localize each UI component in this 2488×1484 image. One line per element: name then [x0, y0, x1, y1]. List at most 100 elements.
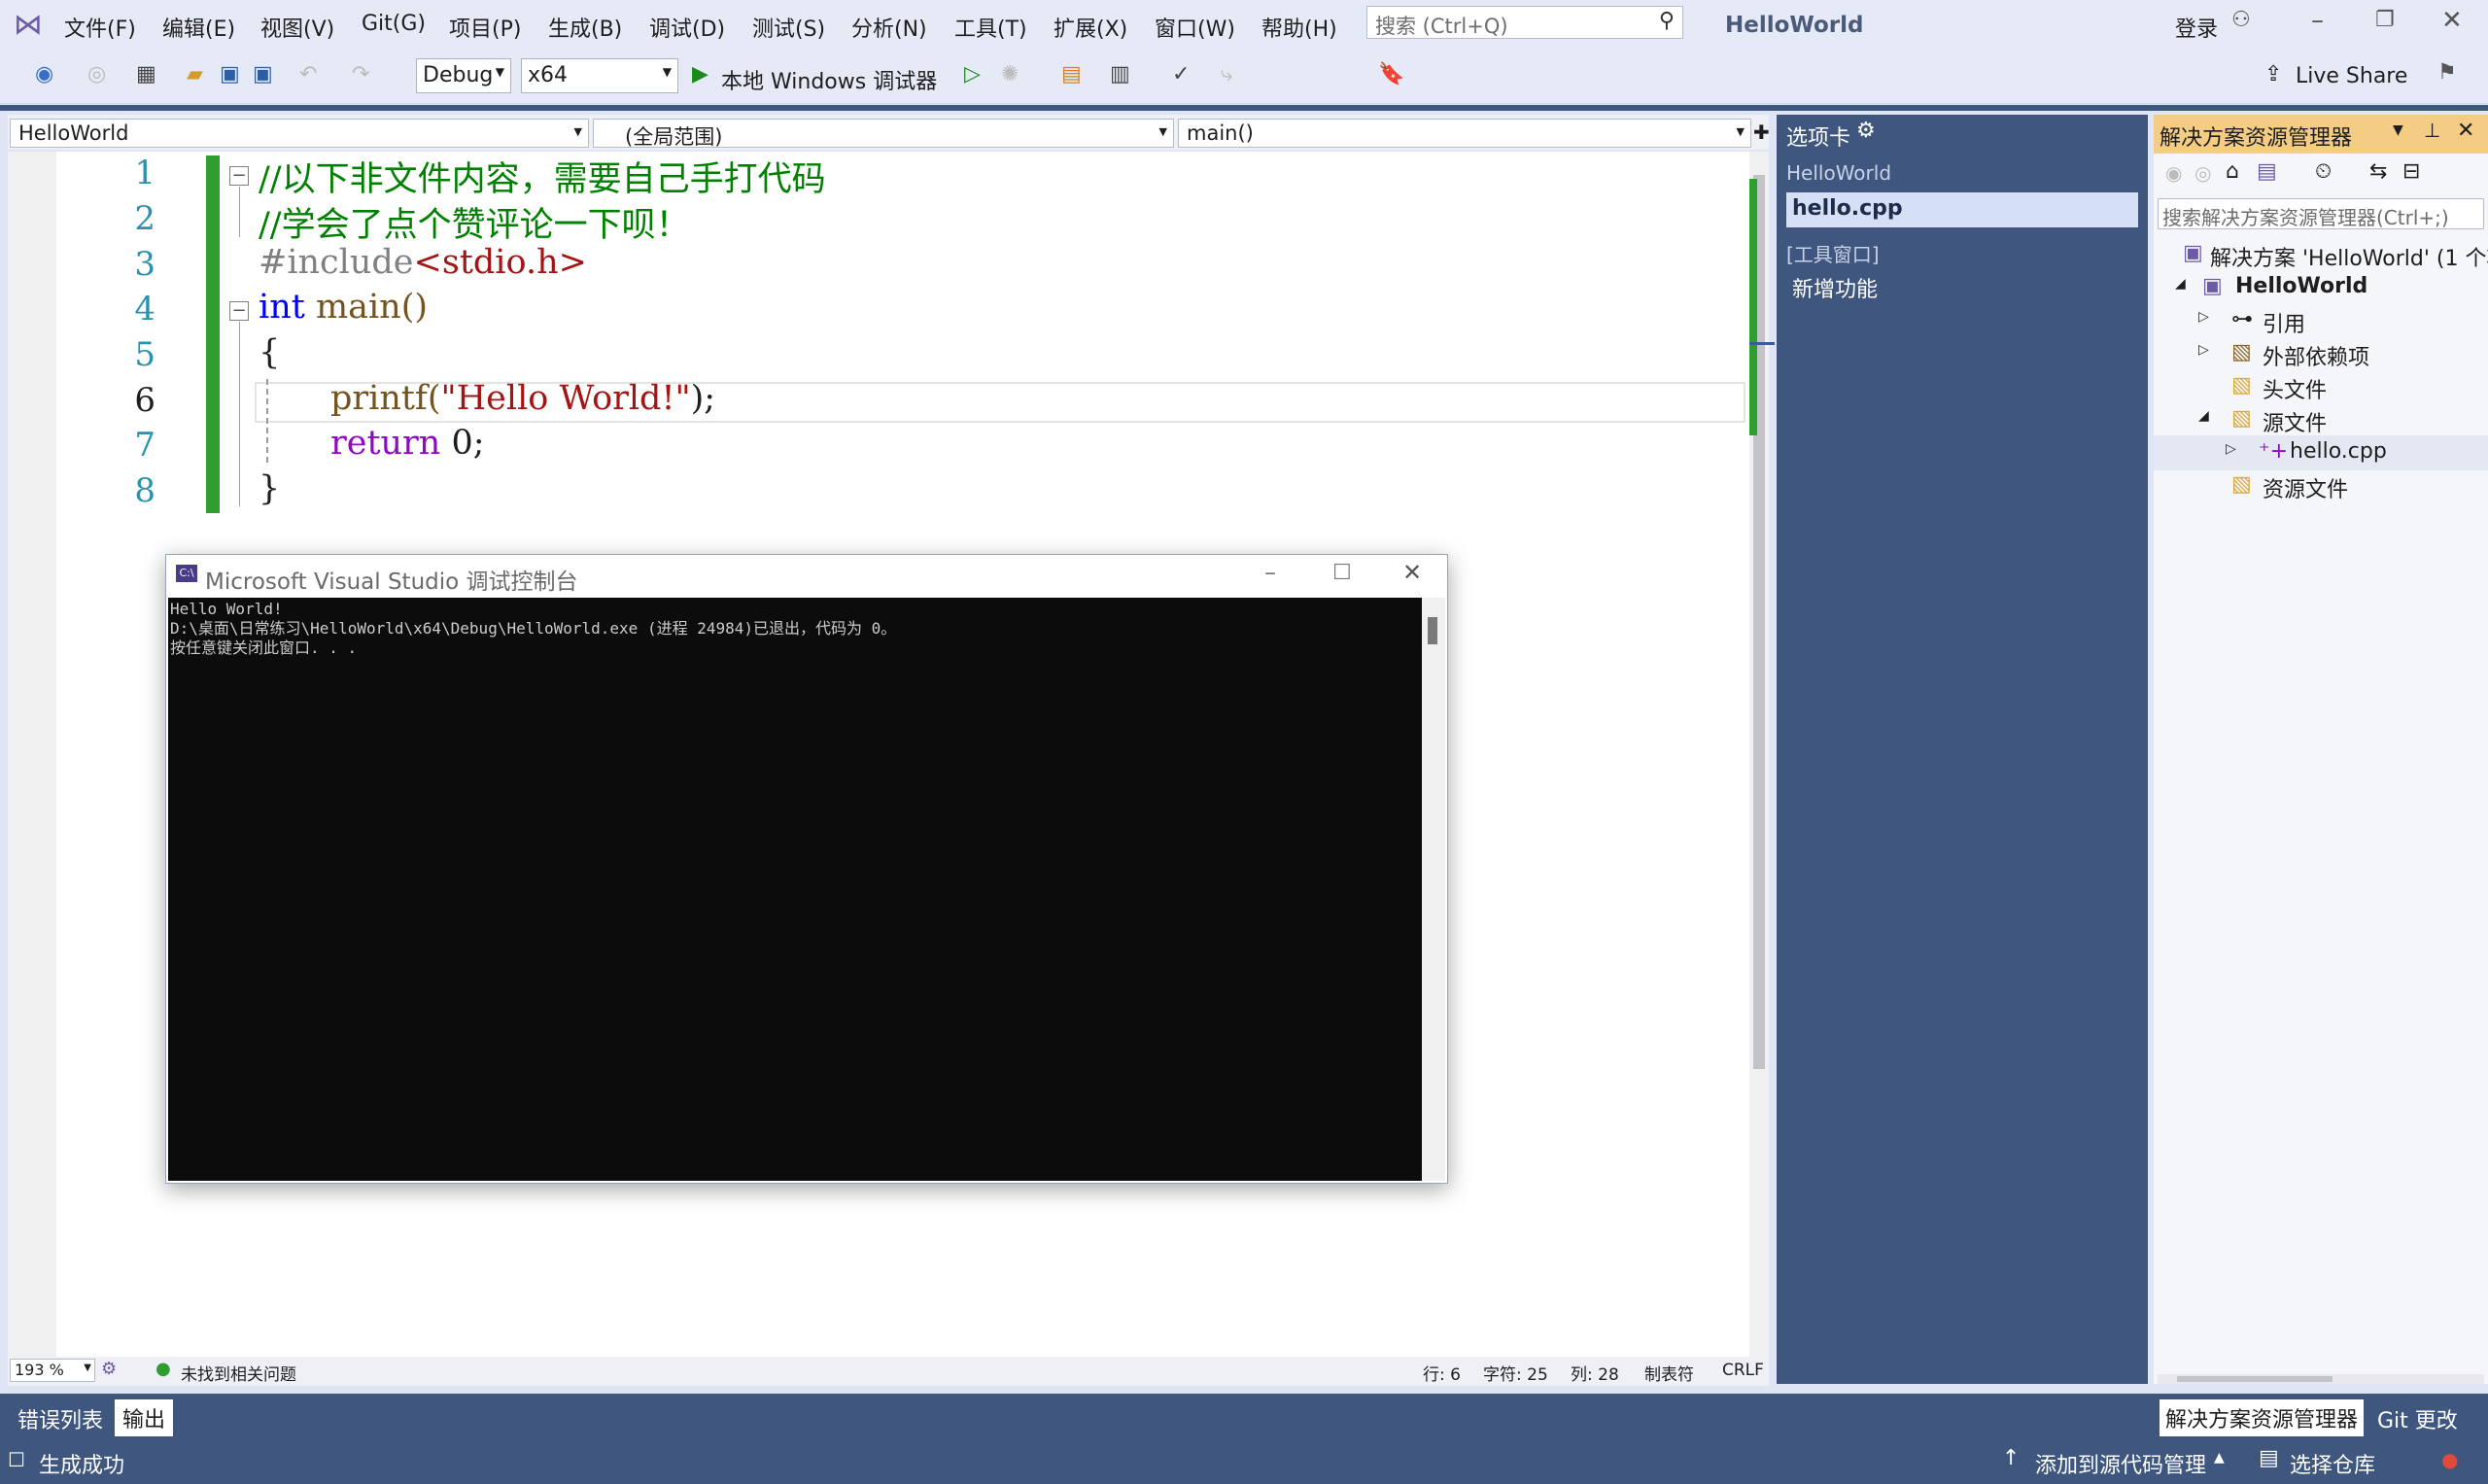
menu-view[interactable]: 视图(V)	[260, 12, 334, 43]
menu-build[interactable]: 生成(B)	[548, 12, 622, 43]
split-icon[interactable]: ✚	[1753, 121, 1770, 144]
collapse-toggle-icon[interactable]: −	[229, 166, 249, 186]
collapse-toggle-icon[interactable]: −	[229, 301, 249, 321]
horizontal-scrollbar[interactable]	[2158, 1374, 2484, 1384]
redo-icon[interactable]: ↷	[352, 62, 369, 86]
minimize-icon[interactable]: –	[1264, 559, 1276, 586]
forward-icon[interactable]: ◎	[87, 62, 106, 86]
switch-views-icon[interactable]: ▤	[2257, 159, 2277, 184]
notification-icon[interactable]: ●	[2441, 1448, 2458, 1471]
scrollbar-thumb[interactable]	[1428, 617, 1437, 644]
tab-hello-cpp[interactable]: hello.cpp	[1786, 192, 2138, 227]
tab-solution-explorer[interactable]: 解决方案资源管理器	[2160, 1399, 2365, 1436]
run-icon[interactable]: ▶	[692, 62, 708, 86]
function-text: main()	[304, 288, 429, 327]
bookmark-icon[interactable]: 🔖	[1378, 62, 1404, 86]
tab-indicator[interactable]: 制表符	[1644, 1361, 1694, 1385]
tab-error-list[interactable]: 错误列表	[17, 1403, 103, 1434]
live-share-icon: ⇪	[2264, 62, 2283, 86]
menu-extensions[interactable]: 扩展(X)	[1054, 12, 1127, 43]
close-icon[interactable]: ✕	[1402, 559, 1422, 586]
home-icon[interactable]: ⌂	[2226, 159, 2239, 184]
console-titlebar[interactable]: C:\ Microsoft Visual Studio 调试控制台 – ☐ ✕	[166, 555, 1447, 598]
eol-indicator[interactable]: CRLF	[1722, 1361, 1764, 1380]
platform-dropdown[interactable]: x64 ▼	[521, 58, 678, 93]
fold-guide	[239, 322, 240, 506]
tree-external-deps[interactable]: 外部依赖项	[2263, 340, 2369, 371]
save-all-icon[interactable]: ▣	[253, 62, 273, 86]
config-dropdown[interactable]: Debug ▼	[416, 58, 511, 93]
back-icon[interactable]: ◉	[2165, 161, 2182, 185]
save-icon[interactable]: ▣	[220, 62, 240, 86]
intellicode-icon[interactable]: ⚙	[101, 1359, 117, 1379]
minimize-icon[interactable]: –	[2311, 6, 2324, 35]
tab-git-changes[interactable]: Git 更改	[2377, 1403, 2458, 1434]
chevron-down-icon[interactable]: ▼	[2393, 122, 2403, 138]
collapse-all-icon[interactable]: ⊟	[2402, 159, 2420, 184]
restore-icon[interactable]: ❐	[2375, 8, 2395, 32]
gear-icon[interactable]: ⚙	[1856, 119, 1876, 143]
debug-console-window[interactable]: C:\ Microsoft Visual Studio 调试控制台 – ☐ ✕ …	[165, 554, 1448, 1184]
sync-icon[interactable]: ⇆	[2369, 159, 2387, 184]
expand-toggle-icon[interactable]: ▷	[2198, 309, 2209, 325]
issues-status[interactable]: 未找到相关问题	[181, 1361, 296, 1385]
search-input[interactable]: 搜索 (Ctrl+Q) ⚲	[1366, 6, 1683, 39]
feedback-icon[interactable]: ⚑	[2437, 60, 2457, 85]
tab-whats-new[interactable]: 新增功能	[1792, 272, 1878, 303]
menu-file[interactable]: 文件(F)	[64, 12, 136, 43]
sign-in-link[interactable]: 登录	[2175, 12, 2218, 43]
tree-project[interactable]: HelloWorld	[2235, 274, 2367, 298]
menu-test[interactable]: 测试(S)	[752, 12, 825, 43]
back-icon[interactable]: ◉	[35, 62, 53, 86]
menu-debug[interactable]: 调试(D)	[649, 12, 725, 43]
console-output[interactable]: Hello World! D:\桌面\日常练习\HelloWorld\x64\D…	[168, 598, 1422, 1181]
expand-toggle-icon[interactable]: ▷	[2226, 441, 2236, 457]
close-icon[interactable]: ✕	[2457, 119, 2474, 143]
build-status-icon: ☐	[8, 1448, 25, 1471]
tab-output[interactable]: 输出	[115, 1399, 174, 1436]
spell-check-icon[interactable]: ✓	[1172, 62, 1190, 86]
scope-dropdown[interactable]: (全局范围) ▼	[593, 119, 1174, 149]
close-icon[interactable]: ✕	[2441, 6, 2463, 35]
live-share-button[interactable]: Live Share	[2296, 64, 2407, 88]
code-line-3: #include<stdio.h>	[259, 243, 587, 282]
pin-icon[interactable]: ⊥	[2424, 119, 2440, 142]
console-scrollbar[interactable]	[1422, 598, 1445, 1181]
tree-header-files[interactable]: 头文件	[2263, 373, 2327, 404]
open-icon[interactable]: ▰	[187, 62, 203, 86]
run-button[interactable]: 本地 Windows 调试器	[721, 64, 937, 95]
menu-help[interactable]: 帮助(H)	[1261, 12, 1337, 43]
expand-toggle-icon[interactable]: ◢	[2198, 408, 2209, 424]
tree-hello-cpp[interactable]: hello.cpp	[2290, 439, 2387, 464]
browse-icon[interactable]: ▤	[1061, 62, 1082, 86]
zoom-dropdown[interactable]: 193 % ▼	[10, 1359, 95, 1382]
run-without-debug-icon[interactable]: ▷	[964, 62, 981, 86]
step-icon[interactable]: ⤷	[1221, 62, 1232, 86]
menu-edit[interactable]: 编辑(E)	[162, 12, 235, 43]
menu-analyze[interactable]: 分析(N)	[851, 12, 927, 43]
expand-toggle-icon[interactable]: ▷	[2198, 342, 2209, 358]
forward-icon[interactable]: ◎	[2194, 161, 2211, 185]
scrollbar-thumb[interactable]	[2177, 1376, 2332, 1382]
tree-solution[interactable]: 解决方案 'HelloWorld' (1 个项目)	[2210, 241, 2488, 272]
solution-search-input[interactable]: 搜索解决方案资源管理器(Ctrl+;)	[2158, 198, 2484, 229]
expand-toggle-icon[interactable]: ◢	[2175, 276, 2186, 292]
menu-git[interactable]: Git(G)	[362, 12, 426, 36]
undo-icon[interactable]: ↶	[299, 62, 317, 86]
member-dropdown[interactable]: main() ▼	[1178, 119, 1751, 148]
maximize-icon[interactable]: ☐	[1332, 561, 1352, 585]
tree-resource-files[interactable]: 资源文件	[2263, 472, 2348, 503]
menu-tools[interactable]: 工具(T)	[954, 12, 1027, 43]
menu-project[interactable]: 项目(P)	[449, 12, 521, 43]
menu-window[interactable]: 窗口(W)	[1155, 12, 1235, 43]
project-dropdown[interactable]: HelloWorld ▼	[10, 119, 589, 148]
history-icon[interactable]: ⏲	[2315, 159, 2332, 184]
account-icon[interactable]: ⚇	[2231, 8, 2251, 32]
window-layout-icon[interactable]: ▥	[1110, 62, 1130, 86]
hot-reload-icon[interactable]: ✺	[1001, 62, 1019, 86]
tree-references[interactable]: 引用	[2263, 307, 2305, 338]
tree-source-files[interactable]: 源文件	[2263, 406, 2327, 437]
new-project-icon[interactable]: ▦	[136, 62, 156, 86]
select-repository[interactable]: 选择仓库	[2290, 1448, 2375, 1479]
add-to-source-control[interactable]: 添加到源代码管理	[2035, 1448, 2206, 1479]
